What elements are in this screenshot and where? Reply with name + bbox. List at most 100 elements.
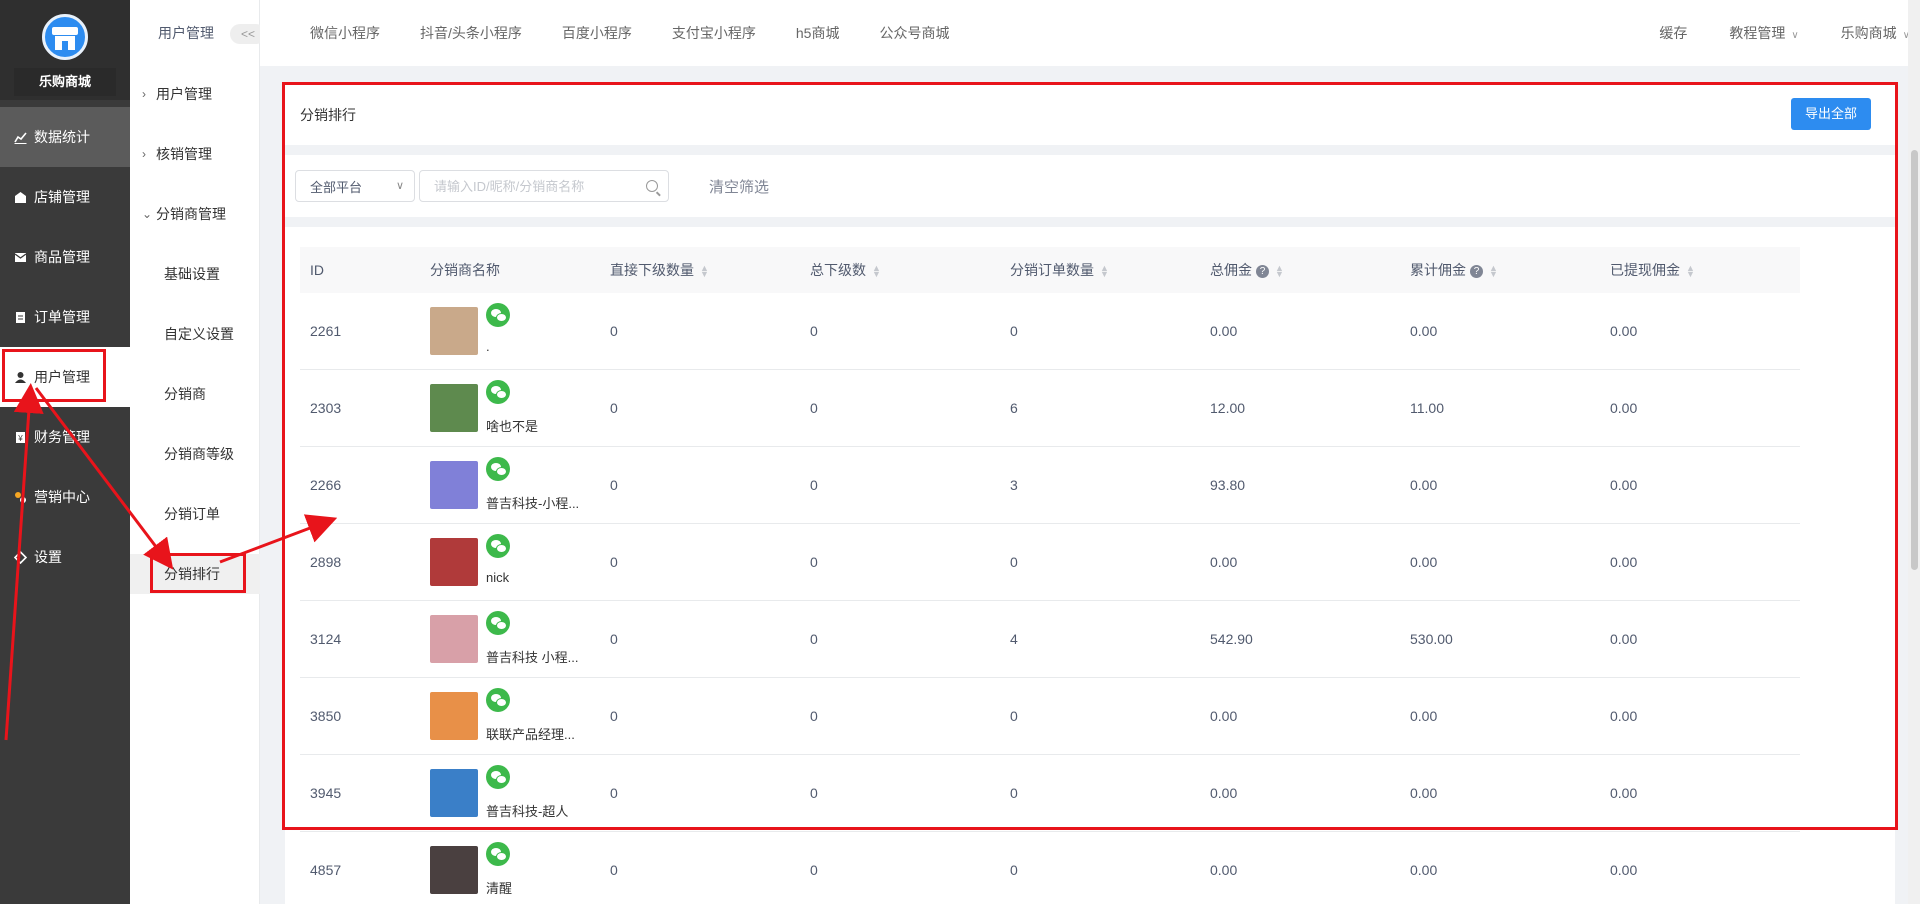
cell-id: 2261 xyxy=(310,323,342,339)
submenu-item-label: 用户管理 xyxy=(156,86,212,102)
distributor-name: 清醒 xyxy=(486,881,513,896)
col-header-name: 分销商名称 xyxy=(430,262,500,278)
filter-bar: 全部平台 ∨ 清空筛选 xyxy=(285,155,1895,227)
cache-link[interactable]: 缓存 xyxy=(1659,23,1687,43)
col-header-orders[interactable]: 分销订单数量 ▲ ▼ xyxy=(1000,260,1200,280)
cell-total-count: 0 xyxy=(810,785,818,801)
platform-select[interactable]: 全部平台 ∨ xyxy=(295,170,415,202)
scrollbar-thumb[interactable] xyxy=(1911,150,1918,570)
tutorial-menu[interactable]: 教程管理 ∨ xyxy=(1729,23,1798,43)
sort-icon[interactable]: ▲ ▼ xyxy=(1275,264,1284,279)
submenu-item-custom-settings[interactable]: 自定义设置 xyxy=(130,314,260,354)
submenu-item-label: 分销商 xyxy=(164,386,206,402)
help-icon[interactable]: ? xyxy=(1256,264,1269,278)
submenu-item-distribution-orders[interactable]: 分销订单 xyxy=(130,494,260,534)
wechat-icon xyxy=(486,688,510,712)
col-header-direct[interactable]: 直接下级数量 ▲ ▼ xyxy=(600,260,800,280)
tutorial-label: 教程管理 xyxy=(1729,25,1786,41)
tab-wechat-miniprogram[interactable]: 微信小程序 xyxy=(310,23,380,43)
cell-distributor: . xyxy=(420,293,600,369)
cell-withdrawn: 0.00 xyxy=(1610,323,1638,339)
cell-commission: 542.90 xyxy=(1210,631,1253,647)
table-body: 2261. 0 0 0 0.00 0.00 0.00 2303 啥也不是 0 0 6 12.00 11.0… xyxy=(300,293,1800,904)
sidebar-item-store[interactable]: 店铺管理 xyxy=(0,167,130,227)
sort-icon[interactable]: ▲ ▼ xyxy=(872,264,881,279)
col-header-label: 分销订单数量 xyxy=(1010,262,1094,278)
sidebar-item-stats[interactable]: 数据统计 xyxy=(0,107,130,167)
cell-distributor: 啥也不是 xyxy=(420,370,600,446)
sort-icon[interactable]: ▲ ▼ xyxy=(1489,264,1498,279)
table-row: 3945 普吉科技-超人 0 0 0 0.00 0.00 0.00 xyxy=(300,755,1800,832)
distributor-name: . xyxy=(486,339,490,354)
submenu-item-user-manage[interactable]: › 用户管理 xyxy=(130,74,260,114)
submenu-item-verify[interactable]: › 核销管理 xyxy=(130,134,260,174)
cell-distributor: 普吉科技-超人 xyxy=(420,755,600,831)
distributor-name: 普吉科技-超人 xyxy=(486,804,569,819)
cell-accumulated: 11.00 xyxy=(1410,400,1444,416)
sort-icon[interactable]: ▲ ▼ xyxy=(1686,264,1695,279)
sort-icon[interactable]: ▲ ▼ xyxy=(700,264,709,279)
distributor-name: 普吉科技 小程... xyxy=(486,650,579,665)
sort-icon[interactable]: ▲ ▼ xyxy=(1100,264,1109,279)
cell-direct-count: 0 xyxy=(610,554,618,570)
tab-official-account-mall[interactable]: 公众号商城 xyxy=(879,23,949,43)
cell-accumulated: 0.00 xyxy=(1410,323,1438,339)
shop-menu[interactable]: 乐购商城 ∨ xyxy=(1841,23,1910,43)
tab-h5-mall[interactable]: h5商城 xyxy=(796,23,840,43)
sidebar-item-orders[interactable]: 订单管理 xyxy=(0,287,130,347)
submenu-item-distribution-ranking[interactable]: 分销排行 xyxy=(130,554,260,594)
col-header-commission[interactable]: 总佣金? ▲ ▼ xyxy=(1200,260,1400,280)
col-header-withdrawn[interactable]: 已提现佣金 ▲ ▼ xyxy=(1600,260,1800,280)
sidebar-item-settings[interactable]: 设置 xyxy=(0,527,130,587)
col-header-total[interactable]: 总下级数 ▲ ▼ xyxy=(800,260,1000,280)
col-header-accumulated[interactable]: 累计佣金? ▲ ▼ xyxy=(1400,260,1600,280)
avatar xyxy=(430,538,478,586)
help-icon[interactable]: ? xyxy=(1470,264,1483,278)
table-row: 2303 啥也不是 0 0 6 12.00 11.00 0.00 xyxy=(300,370,1800,447)
cell-total-count: 0 xyxy=(810,323,818,339)
sidebar-item-label: 数据统计 xyxy=(34,129,90,145)
cell-direct-count: 0 xyxy=(610,477,618,493)
submenu-item-label: 分销商等级 xyxy=(164,446,234,462)
ranking-table: ID 分销商名称 直接下级数量 ▲ ▼ 总下级数 ▲ ▼ 分销订单数量 ▲ ▼ 总佣金? ▲ ▼… xyxy=(300,247,1800,904)
avatar xyxy=(430,769,478,817)
chevron-down-icon: ∨ xyxy=(395,180,404,192)
col-header-label: 总下级数 xyxy=(810,262,866,278)
cell-accumulated: 530.00 xyxy=(1410,631,1453,647)
avatar xyxy=(430,615,478,663)
page-scrollbar[interactable] xyxy=(1908,0,1920,904)
shop-label: 乐购商城 xyxy=(1840,25,1897,41)
chevron-down-icon: ⌄ xyxy=(142,207,153,221)
search-field[interactable] xyxy=(419,170,669,202)
search-icon[interactable] xyxy=(646,180,658,192)
cell-direct-count: 0 xyxy=(610,323,618,339)
sidebar-item-users[interactable]: 用户管理 xyxy=(0,347,130,407)
search-input[interactable] xyxy=(434,178,634,194)
cell-withdrawn: 0.00 xyxy=(1610,554,1638,570)
cell-order-count: 0 xyxy=(1010,785,1018,801)
sidebar-item-marketing[interactable]: 营销中心 xyxy=(0,467,130,527)
col-header-label: 总佣金 xyxy=(1210,262,1252,278)
finance-icon: ¥ xyxy=(12,429,28,445)
sidebar-item-finance[interactable]: ¥ 财务管理 xyxy=(0,407,130,467)
cell-accumulated: 0.00 xyxy=(1410,477,1438,493)
brand-name: 乐购商城 xyxy=(14,68,116,96)
submenu-item-distributors[interactable]: 分销商 xyxy=(130,374,260,414)
wechat-icon xyxy=(486,842,510,866)
cell-id: 2303 xyxy=(310,400,342,416)
submenu-item-label: 自定义设置 xyxy=(164,326,234,342)
export-all-button[interactable]: 导出全部 xyxy=(1791,98,1871,130)
top-nav: 微信小程序 抖音/头条小程序 百度小程序 支付宝小程序 h5商城 公众号商城 缓… xyxy=(260,0,1920,66)
submenu-item-distributor-manage[interactable]: ⌄ 分销商管理 xyxy=(130,194,260,234)
sidebar-item-goods[interactable]: 商品管理 xyxy=(0,227,130,287)
cell-total-count: 0 xyxy=(810,862,818,878)
submenu-item-distributor-levels[interactable]: 分销商等级 xyxy=(130,434,260,474)
clear-filters-link[interactable]: 清空筛选 xyxy=(709,176,769,197)
cell-accumulated: 0.00 xyxy=(1410,708,1438,724)
tab-douyin-miniprogram[interactable]: 抖音/头条小程序 xyxy=(420,23,522,43)
tab-alipay-miniprogram[interactable]: 支付宝小程序 xyxy=(672,23,756,43)
chevron-right-icon: › xyxy=(142,147,146,161)
cell-total-count: 0 xyxy=(810,631,818,647)
tab-baidu-miniprogram[interactable]: 百度小程序 xyxy=(562,23,632,43)
submenu-item-basic-settings[interactable]: 基础设置 xyxy=(130,254,260,294)
